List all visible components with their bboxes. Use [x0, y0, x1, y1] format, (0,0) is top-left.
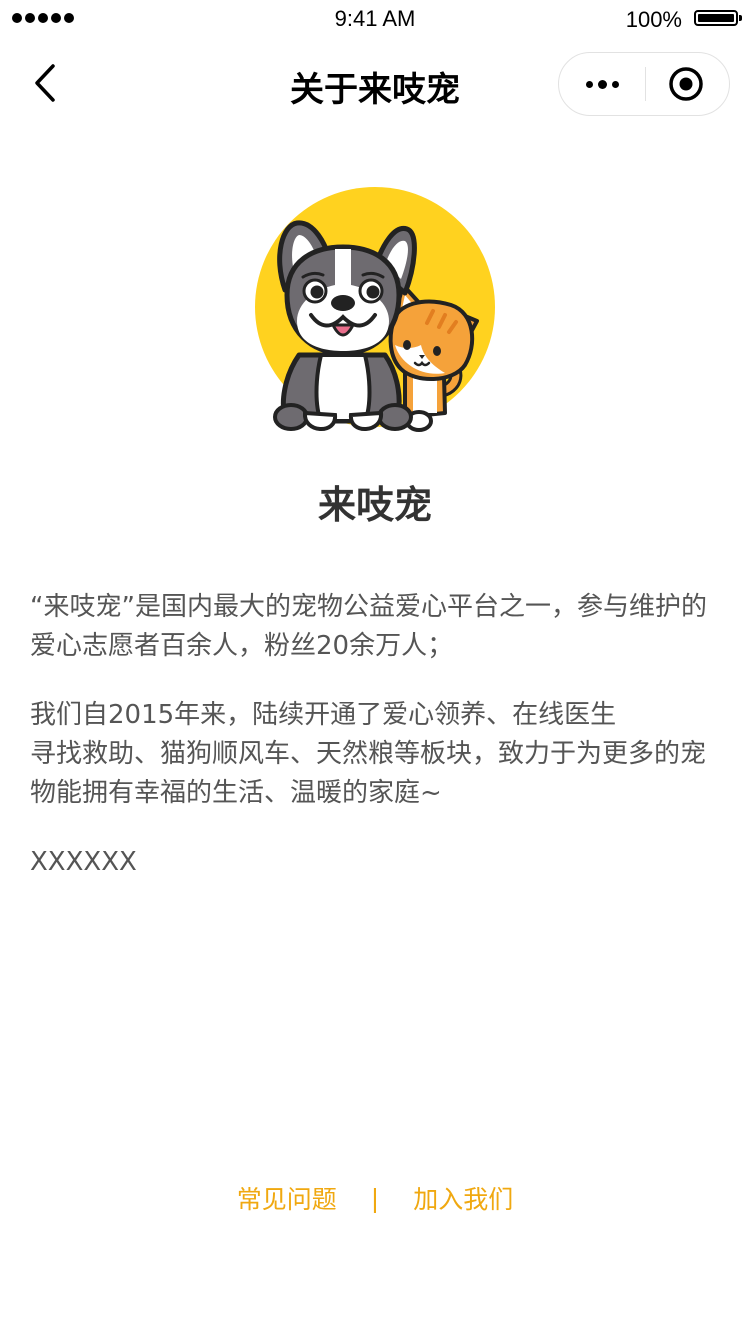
status-bar: 9:41 AM 100%	[0, 0, 750, 40]
dog-and-cat-logo-icon	[255, 187, 495, 432]
more-button[interactable]	[559, 53, 645, 115]
more-icon	[585, 80, 593, 88]
description-paragraph: “来吱宠”是国内最大的宠物公益爱心平台之一，参与维护的爱心志愿者百余人，粉丝20…	[30, 592, 707, 661]
description-paragraph: 我们自2015年来，陆续开通了爱心领养、在线医生 寻找救助、猫狗顺风车、天然粮等…	[30, 700, 707, 808]
battery-percentage: 100%	[625, 7, 682, 32]
app-name: 来吱宠	[317, 483, 432, 527]
close-mini-program-button[interactable]	[643, 53, 729, 115]
description-paragraph: XXXXXX	[30, 847, 137, 877]
about-description: “来吱宠”是国内最大的宠物公益爱心平台之一，参与维护的爱心志愿者百余人，粉丝20…	[30, 588, 720, 882]
join-us-link[interactable]: 加入我们	[413, 1180, 513, 1216]
footer-separator: |	[370, 1183, 380, 1213]
target-icon	[669, 67, 703, 101]
app-logo	[255, 185, 495, 440]
battery-icon	[694, 10, 742, 26]
footer-links: 常见问题 | 加入我们	[0, 1180, 750, 1216]
faq-link[interactable]: 常见问题	[237, 1180, 337, 1216]
mini-program-capsule	[558, 52, 730, 116]
nav-bar: 关于来吱宠	[0, 40, 750, 128]
